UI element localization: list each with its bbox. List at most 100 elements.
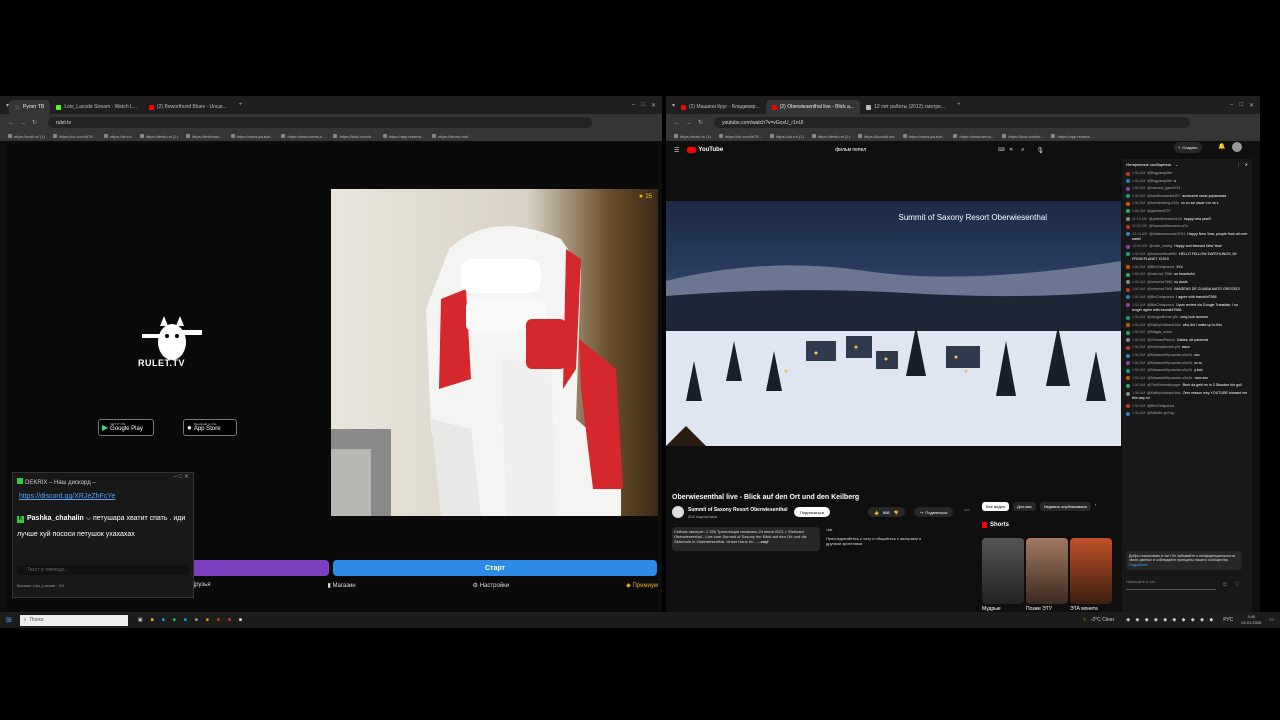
chat-message-row[interactable]: 1:50 AM @ukrgpoliforce-y9u omg look lauama — [1126, 315, 1248, 320]
chat-username[interactable]: @MiasanielKpuacian-u5u2e — [1147, 368, 1192, 372]
mic-icon[interactable]: 🎙 — [1037, 147, 1045, 154]
bookmark-item[interactable]: https://vk.com/id78... — [53, 134, 96, 139]
overlay-window-controls[interactable]: – □ ✕ — [174, 473, 189, 480]
youtube-search-input[interactable]: фильм пепел ⌨ ✕ — [835, 145, 1013, 156]
reload-icon[interactable]: ↻ — [698, 119, 703, 126]
chat-message-row[interactable]: 1:50 AM @Bogparapilter s — [1126, 179, 1248, 184]
shorts-thumbnail[interactable] — [1070, 538, 1112, 604]
language-indicator[interactable]: РУС — [1223, 617, 1233, 623]
chat-message-row[interactable]: 11:15 AM @peterlimmlaw4144 happy new year!… — [1126, 217, 1248, 222]
bookmark-item[interactable]: https://www.youtub... — [903, 134, 946, 139]
chat-username[interactable]: @BinChrisponus — [1147, 404, 1174, 408]
chat-username[interactable]: @Bogparapilter — [1147, 171, 1172, 175]
task-view-icon[interactable]: ▣ — [138, 617, 143, 623]
bookmark-item[interactable]: https://www.youtub... — [231, 134, 274, 139]
chat-message-row[interactable]: 1:50 AM @stanilimstanik4207 включите свою … — [1126, 194, 1248, 199]
chat-message-row[interactable]: 1:50 AM @MiasanielKpuacian-u5u2e у вас — [1126, 368, 1248, 373]
chat-message-row[interactable]: 1:50 AM @ZirhalanPalezo Gabes, de panemai — [1126, 338, 1248, 343]
clock[interactable]: 3:40 02.01.2025 — [1241, 614, 1261, 626]
chat-message-row[interactable]: 1:50 AM @MiasanielKpuacian-u5u2e кс хс — [1126, 361, 1248, 366]
bookmark-item[interactable]: https://vk.com/id78... — [719, 134, 762, 139]
taskbar-app-icon[interactable]: ■ — [162, 617, 165, 623]
chat-message-row[interactable]: 1:50 AM @Mix54e-gn7ug — [1126, 411, 1248, 416]
chat-username[interactable]: @borenwellcat982 — [1147, 252, 1177, 256]
chevron-right-icon[interactable]: › — [1095, 502, 1096, 511]
filter-chip-all[interactable]: Все видео — [982, 502, 1010, 511]
video-description[interactable]: Сейчас смотрят: 1 398 Трансляция началас… — [672, 527, 820, 551]
back-icon[interactable]: ← — [8, 120, 14, 126]
bookmark-item[interactable]: https://ok.ru/ (1) — [770, 134, 804, 139]
right-tab-movie[interactable]: 12 лет работы (2012) смотре... — [860, 100, 951, 114]
search-icon[interactable]: ⌕ — [1021, 147, 1024, 154]
chat-username[interactable]: @mirsehci7566 — [1147, 280, 1172, 284]
bookmark-item[interactable]: https://koralid.ua/ — [858, 134, 894, 139]
chat-username[interactable]: @BinChrisponus — [1147, 265, 1174, 269]
chat-username[interactable]: @ZirhalanPalezo — [1147, 338, 1175, 342]
avatar[interactable] — [1232, 142, 1242, 152]
emoji-icon[interactable]: ☺ — [1222, 582, 1228, 588]
weather-text[interactable]: -2°C Clear — [1091, 617, 1114, 623]
chat-message-row[interactable]: 1:50 AM @MiasanielKpuacian-u5u2e тихо кос — [1126, 376, 1248, 381]
bookmark-item[interactable]: https://app.restrea... — [383, 134, 425, 139]
youtube-logo[interactable]: YouTube — [687, 147, 723, 153]
chat-message-row[interactable]: 1:50 AM @mirs.hci.7566 so beautiuful — [1126, 272, 1248, 277]
chat-input[interactable]: Текст в темпедо... — [17, 565, 189, 575]
right-url-field[interactable]: youtube.com/watch?v=vGosU_r1nUI — [714, 117, 1190, 128]
close-icon[interactable]: ✕ — [1249, 102, 1254, 109]
stop-button-purple[interactable] — [191, 560, 329, 576]
bookmark-item[interactable]: https://ok.ru/ — [104, 134, 132, 139]
forward-icon[interactable]: → — [20, 120, 26, 126]
maximize-icon[interactable]: □ — [641, 102, 645, 108]
chat-message-row[interactable]: 1:50 AM @Kalimaatirorek-y9r вася — [1126, 345, 1248, 350]
chat-username[interactable]: @mirsehci7566 — [1147, 287, 1172, 291]
forward-icon[interactable]: → — [686, 120, 692, 126]
bookmark-item[interactable]: https://textbook... — [186, 134, 222, 139]
chat-username[interactable]: @BinChrisponus — [1147, 295, 1174, 299]
chat-username[interactable]: @MiasanielKpuacian-u5u2e — [1147, 376, 1192, 380]
right-tab-music[interactable]: (2) Машина Круг - Владимир... — [675, 100, 766, 114]
share-button[interactable]: ↪ Поделиться — [914, 507, 954, 517]
bookmark-item[interactable]: https://www.forms.s... — [281, 134, 325, 139]
close-chat-icon[interactable]: ✕ — [1245, 162, 1248, 167]
chat-username[interactable]: @colin_crarkg — [1149, 244, 1172, 248]
bookmark-item[interactable]: https://mail.ru/ (1) — [8, 134, 45, 139]
start-button[interactable]: Старт — [333, 560, 657, 576]
chat-message-row[interactable]: 12:14 AM @hidtsnewsensio2041 Happy New Yea… — [1126, 232, 1248, 242]
chat-message-row[interactable]: 1:50 AM @mirsehci7566 so dusts — [1126, 280, 1248, 285]
keyboard-icon[interactable]: ⌨ — [998, 147, 1005, 153]
notification-center-icon[interactable]: ▭ — [1269, 617, 1274, 623]
taskbar-app-icon[interactable]: ■ — [173, 617, 176, 623]
close-icon[interactable]: ✕ — [651, 102, 656, 109]
heart-icon[interactable]: ♡ — [1234, 581, 1239, 588]
left-tab-rulet[interactable]: Рулет ТВ — [9, 100, 51, 114]
clear-search-icon[interactable]: ✕ — [1009, 147, 1013, 153]
taskbar-app-icon[interactable]: ■ — [195, 617, 198, 623]
maximize-icon[interactable]: □ — [1239, 102, 1243, 108]
chat-message-row[interactable]: 1:50 AM @KathyHubbard-bbc why did I wake u… — [1126, 323, 1248, 328]
chat-message-row[interactable]: 1:50 AM @marcinc_gato2074 — [1126, 186, 1248, 191]
tray-icons[interactable]: ◆ ◆ ◆ ◆ ◆ ◆ ◆ ◆ ◆ ◆ — [1126, 617, 1215, 623]
taskbar-app-icon[interactable]: ■ — [206, 617, 209, 623]
chat-message-row[interactable]: 1:50 AM @MiasanielKpuacian-u5u2e кос — [1126, 353, 1248, 358]
chat-message-row[interactable]: 1:56 AM @gaunter4707 — [1126, 209, 1248, 214]
bookmark-item[interactable]: https://mail.ru/ (1) — [674, 134, 711, 139]
chat-username[interactable]: @ukrgpoliforce-y9u — [1147, 315, 1178, 319]
chat-username[interactable]: @TheRobonsbunger — [1147, 383, 1180, 387]
chat-username[interactable]: @hidtsnewsensio2041 — [1149, 232, 1185, 236]
chat-message-row[interactable]: 1:50 AM @KathyHubbard-bbc Zero reason why … — [1126, 391, 1248, 401]
welcome-learn-more-link[interactable]: Подробнее — [1129, 563, 1148, 567]
filter-chip-recent[interactable]: Недавно опубликовано — [1039, 502, 1091, 511]
chat-username[interactable]: @KathyHubbard-bbc — [1147, 391, 1181, 395]
chat-username[interactable]: @peterlimmlaw4144 — [1149, 217, 1182, 221]
taskbar-search-input[interactable]: ⌕ Поиск — [19, 614, 128, 626]
bookmark-item[interactable]: https://app.restrea... — [1051, 134, 1093, 139]
channel-name[interactable]: Summit of Saxony Resort Oberwiesenthal — [688, 507, 787, 513]
chat-message-row[interactable]: 1:50 AM @Bogparapilter — [1126, 171, 1248, 176]
filter-chip-for-you[interactable]: Для вас — [1013, 502, 1036, 511]
right-tab-oberwiesenthal[interactable]: (2) Oberwiesenthal live - Blick a... — [765, 100, 861, 114]
left-tab-kick[interactable]: Lois_Lacode Stream - Watch L... — [50, 100, 143, 114]
taskbar-app-icon[interactable]: ■ — [217, 617, 220, 623]
chat-message-row[interactable]: 1:50 AM @BinChrisponus I agree with tranok… — [1126, 295, 1248, 300]
webcam-video[interactable]: ★ 25 — [331, 189, 658, 516]
chat-message-row[interactable]: 1:50 AM @BinChrisponus — [1126, 404, 1248, 409]
